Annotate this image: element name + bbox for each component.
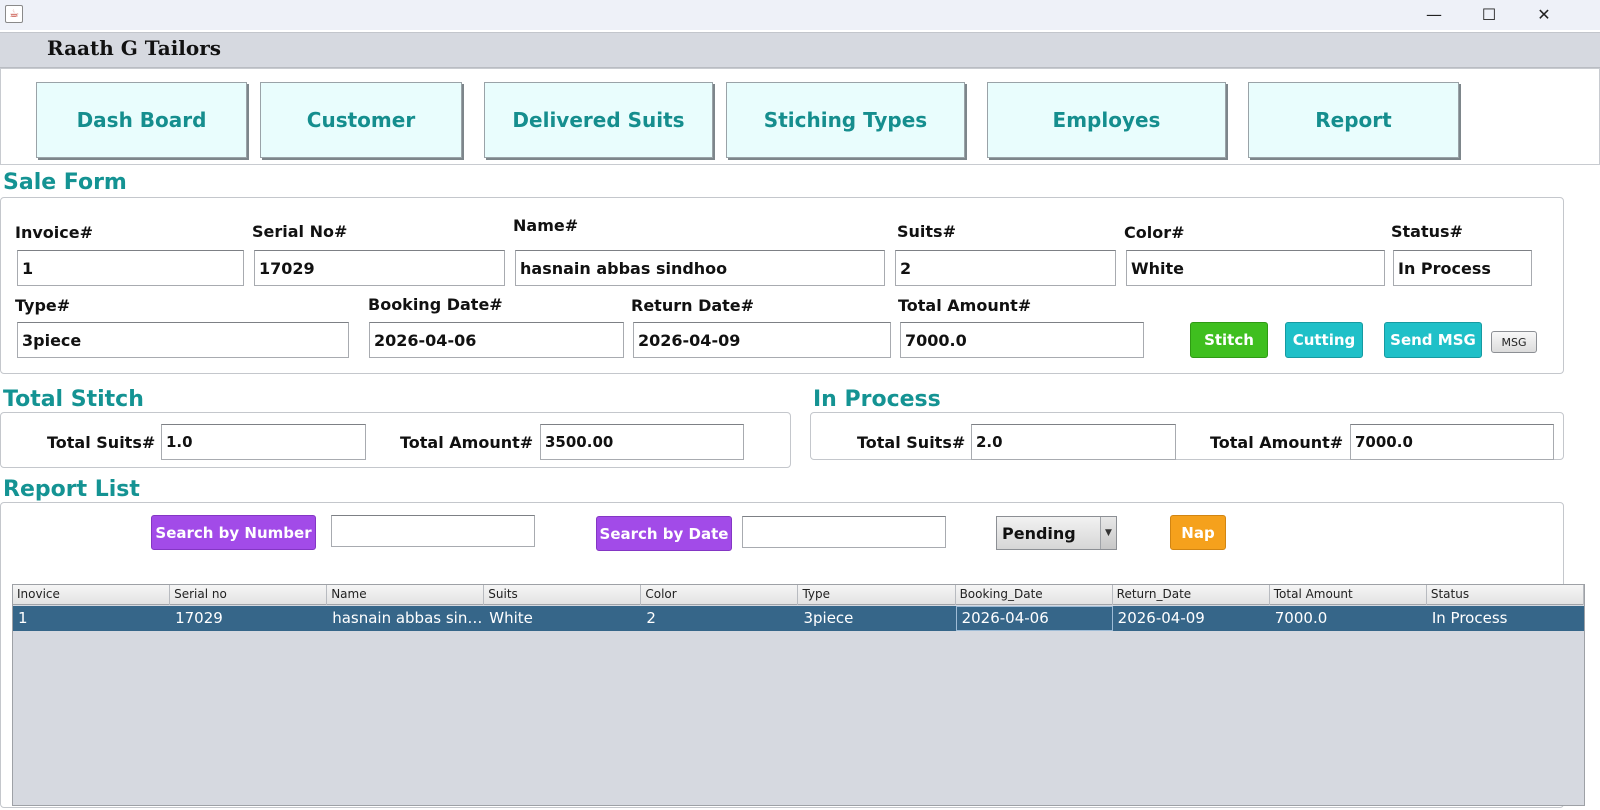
return-date-label: Return Date# [631,296,755,315]
nap-button[interactable]: Nap [1170,515,1226,550]
nav-report-button[interactable]: Report [1248,82,1459,158]
in-process-suits-field[interactable]: 2.0 [971,424,1176,460]
color-field[interactable]: White [1126,250,1385,286]
in-process-amount-label: Total Amount# [1210,433,1344,452]
cutting-button[interactable]: Cutting [1285,322,1363,358]
in-process-suits-label: Total Suits# [857,433,966,452]
return-date-field[interactable]: 2026-04-09 [633,322,891,358]
table-cell[interactable]: 1 [13,606,170,631]
column-header[interactable]: Return_Date [1113,585,1270,605]
stitch-button[interactable]: Stitch [1190,322,1268,358]
nav-customer-button[interactable]: Customer [260,82,462,158]
name-label: Name# [513,216,579,235]
total-stitch-amount-label: Total Amount# [400,433,534,452]
column-header[interactable]: Serial no [170,585,328,605]
sale-form-title: Sale Form [3,170,127,195]
type-field[interactable]: 3piece [17,322,349,358]
column-header[interactable]: Booking_Date [956,585,1113,605]
java-icon: ☕ [5,5,23,23]
column-header[interactable]: Suits [484,585,642,605]
invoice-label: Invoice# [15,223,93,242]
search-number-input[interactable] [331,515,535,547]
table-cell[interactable]: hasnain abbas sindhoo [327,606,484,631]
booking-date-label: Booking Date# [368,295,503,314]
total-amount-field[interactable]: 7000.0 [900,322,1144,358]
in-process-amount-field[interactable]: 7000.0 [1350,424,1554,460]
column-header[interactable]: Status [1427,585,1584,605]
column-header[interactable]: Name [327,585,485,605]
column-header[interactable]: Type [798,585,956,605]
report-list-title: Report List [3,477,140,502]
total-stitch-suits-field[interactable]: 1.0 [161,424,366,460]
nav-employes-button[interactable]: Employes [987,82,1226,158]
status-filter-value: Pending [1002,524,1076,543]
column-header[interactable]: Color [641,585,799,605]
report-table[interactable]: Inovice Serial no Name Suits Color Type … [12,584,1585,806]
nav-stiching-types-button[interactable]: Stiching Types [726,82,965,158]
table-cell[interactable]: 2026-04-06 [955,606,1113,631]
serial-field[interactable]: 17029 [254,250,505,286]
table-cell[interactable]: 17029 [170,606,327,631]
total-stitch-amount-field[interactable]: 3500.00 [540,424,744,460]
suits-label: Suits# [897,222,956,241]
booking-date-field[interactable]: 2026-04-06 [369,322,624,358]
color-label: Color# [1124,223,1185,242]
status-label: Status# [1391,222,1463,241]
table-cell[interactable]: 2 [641,606,798,631]
status-filter-select[interactable]: Pending ▼ [996,516,1117,550]
column-header[interactable]: Total Amount [1270,585,1427,605]
table-cell[interactable]: In Process [1427,606,1584,631]
nav-delivered-suits-button[interactable]: Delivered Suits [484,82,713,158]
type-label: Type# [15,296,71,315]
app-title: Raath G Tailors [47,36,222,60]
minimize-button[interactable]: — [1406,0,1462,30]
maximize-button[interactable]: ☐ [1461,0,1517,30]
table-header: Inovice Serial no Name Suits Color Type … [13,585,1584,605]
nav-dashboard-button[interactable]: Dash Board [36,82,247,158]
total-stitch-title: Total Stitch [3,387,144,412]
msg-button[interactable]: MSG [1491,331,1537,353]
chevron-down-icon: ▼ [1100,517,1116,549]
in-process-title: In Process [813,387,941,412]
table-cell[interactable]: White [484,606,641,631]
close-button[interactable]: ✕ [1516,0,1572,30]
search-by-date-button[interactable]: Search by Date [596,516,732,551]
serial-label: Serial No# [252,222,348,241]
total-stitch-suits-label: Total Suits# [47,433,156,452]
suits-field[interactable]: 2 [895,250,1116,286]
table-cell[interactable]: 3piece [798,606,955,631]
table-cell[interactable]: 7000.0 [1270,606,1427,631]
send-msg-button[interactable]: Send MSG [1384,322,1482,358]
name-field[interactable]: hasnain abbas sindhoo [515,250,885,286]
status-field[interactable]: In Process [1393,250,1532,286]
search-by-number-button[interactable]: Search by Number [151,515,316,550]
app-header: Raath G Tailors [0,32,1600,68]
total-amount-label: Total Amount# [898,296,1032,315]
table-cell[interactable]: 2026-04-09 [1113,606,1270,631]
table-row[interactable]: 1 17029 hasnain abbas sindhoo White 2 3p… [13,606,1584,631]
search-date-input[interactable] [742,516,946,548]
invoice-field[interactable]: 1 [17,250,244,286]
column-header[interactable]: Inovice [13,585,171,605]
window-titlebar: ☕ — ☐ ✕ [0,0,1600,30]
